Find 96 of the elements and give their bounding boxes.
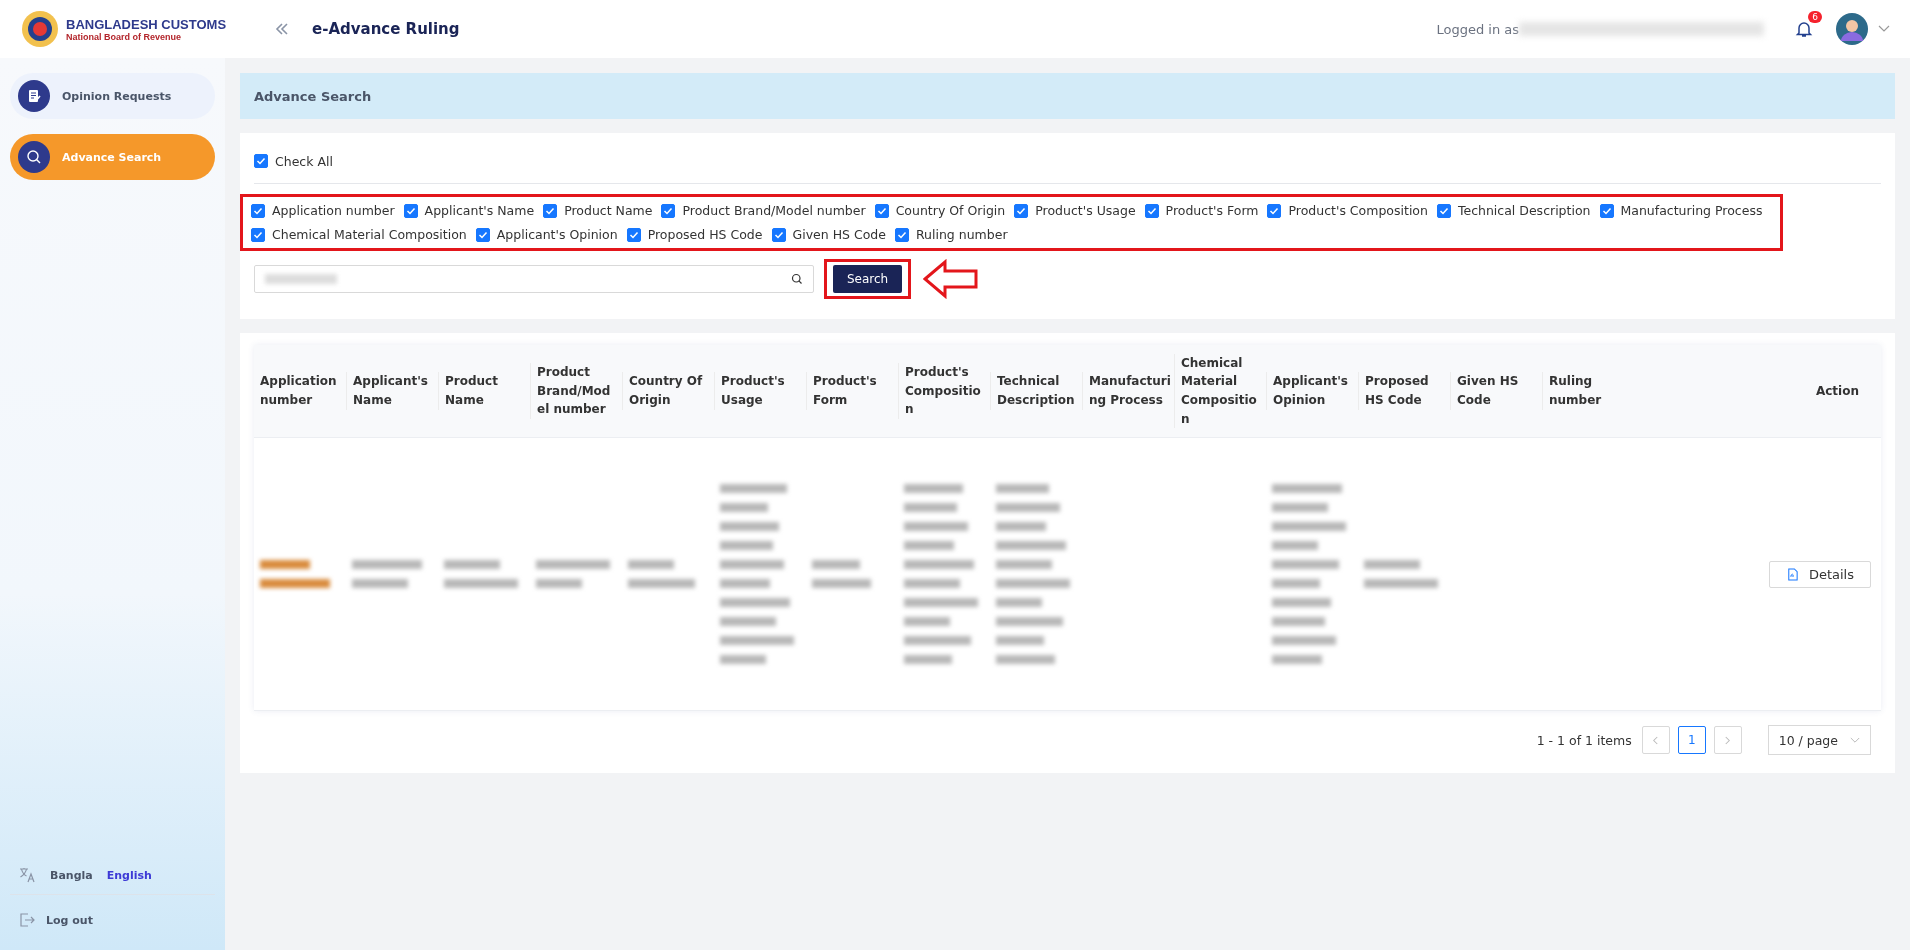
checkbox[interactable]: [251, 227, 265, 242]
checkbox[interactable]: [251, 203, 265, 218]
logged-in-label: Logged in as: [1436, 21, 1519, 37]
page-title: Advance Search: [254, 88, 372, 104]
column-header: Product Name: [445, 374, 498, 407]
checkbox[interactable]: [254, 154, 268, 168]
checkbox-label: Product's Composition: [1288, 203, 1428, 218]
checkmark-icon: [253, 229, 263, 240]
checkbox-label: Product's Usage: [1035, 203, 1136, 218]
checkbox[interactable]: [661, 203, 676, 218]
language-option[interactable]: Bangla: [50, 868, 93, 882]
checkmark-icon: [876, 205, 887, 216]
checkmark-icon: [1601, 205, 1612, 216]
pagination-summary: 1 - 1 of 1 items: [1536, 732, 1632, 748]
column-header: Manufacturi ng Process: [1089, 374, 1171, 407]
checkbox[interactable]: [475, 227, 490, 242]
chevron-down-icon: [1850, 736, 1860, 744]
checkbox[interactable]: [771, 227, 786, 242]
column-header: Given HS Code: [1457, 374, 1519, 407]
column-header: Product's Compositio n: [905, 365, 981, 417]
pdf-file-icon: [1785, 567, 1799, 581]
logo-subtitle: National Board of Revenue: [66, 31, 183, 42]
chevron-left-icon: [1652, 735, 1660, 745]
column-header: Product's Form: [813, 374, 877, 407]
checkmark-icon: [545, 205, 556, 216]
checkbox-label: Proposed HS Code: [647, 227, 763, 242]
column-header: Action: [1815, 383, 1859, 398]
emblem-icon: [20, 9, 60, 49]
checkmark-icon: [256, 156, 266, 166]
search-field[interactable]: [254, 265, 814, 293]
avatar-silhouette-icon[interactable]: [1836, 13, 1868, 45]
checkbox-label: Applicant's Opinion: [496, 227, 618, 242]
column-header: Application number: [260, 374, 337, 407]
checkmark-icon: [1438, 205, 1449, 216]
checkbox-label: Technical Description: [1457, 203, 1591, 218]
checkmark-icon: [405, 205, 416, 216]
logo-title: BANGLADESH CUSTOMS: [66, 16, 227, 32]
search-icon: [791, 273, 803, 285]
checkbox[interactable]: [1436, 203, 1451, 218]
page-size-select[interactable]: 10 / page: [1767, 725, 1871, 755]
double-chevron-left-icon[interactable]: [274, 21, 290, 37]
checkbox[interactable]: [1267, 203, 1282, 218]
checkmark-icon: [628, 229, 639, 240]
checkmark-icon: [477, 229, 488, 240]
checkbox-label: Product Brand/Model number: [682, 203, 866, 218]
column-header: Chemical Material Compositio n: [1181, 355, 1257, 426]
page-button[interactable]: 1: [1677, 726, 1706, 754]
chevron-right-icon: [1724, 735, 1732, 745]
checkbox-label: Applicant's Name: [424, 203, 535, 218]
column-header: Product's Usage: [721, 374, 785, 407]
checkbox-label: Ruling number: [915, 227, 1008, 242]
sidebar-item[interactable]: Opinion Requests: [10, 73, 215, 119]
column-header: Proposed HS Code: [1365, 374, 1429, 407]
column-header: Ruling number: [1549, 374, 1602, 407]
checkbox-label: Chemical Material Composition: [272, 227, 467, 242]
checkbox-label: Check All: [275, 153, 333, 169]
checkbox[interactable]: [1599, 203, 1614, 218]
logout-link[interactable]: Log out: [46, 913, 93, 927]
checkbox-label: Country Of Origin: [895, 203, 1006, 218]
checkbox[interactable]: [894, 227, 909, 242]
redacted-search-value: [265, 274, 337, 284]
checkmark-icon: [1269, 205, 1280, 216]
search-icon: [26, 149, 42, 165]
column-header: Product Brand/Mod el number: [537, 365, 611, 417]
app-title: e-Advance Ruling: [312, 20, 460, 38]
checkbox-label: Given HS Code: [792, 227, 886, 242]
checkbox-label: Product's Form: [1165, 203, 1259, 218]
checkmark-icon: [253, 205, 263, 216]
chevron-down-icon[interactable]: [1878, 25, 1890, 33]
logout-icon: [18, 911, 36, 929]
column-header: Technical Description: [997, 374, 1075, 407]
column-header: Country Of Origin: [629, 374, 703, 407]
arrow-left-icon: [923, 259, 980, 299]
checkmark-icon: [1016, 205, 1027, 216]
checkbox[interactable]: [403, 203, 418, 218]
checkbox[interactable]: [626, 227, 641, 242]
checkbox[interactable]: [1144, 203, 1159, 218]
checkbox[interactable]: [543, 203, 558, 218]
checkbox-label: Application number: [272, 203, 395, 218]
checkmark-icon: [773, 229, 784, 240]
language-option[interactable]: English: [106, 868, 152, 882]
column-header: Applicant's Opinion: [1273, 374, 1348, 407]
checkbox[interactable]: [1014, 203, 1029, 218]
search-button[interactable]: Search: [833, 265, 903, 293]
translate-icon: [18, 866, 36, 884]
column-header: Applicant's Name: [353, 374, 428, 407]
checkmark-icon: [1146, 205, 1157, 216]
document-pen-icon: [26, 88, 42, 104]
checkbox[interactable]: [874, 203, 889, 218]
checkmark-icon: [663, 205, 674, 216]
notification-badge: 6: [1808, 11, 1822, 23]
details-button[interactable]: Details: [1768, 560, 1871, 588]
checkbox-label: Product Name: [564, 203, 653, 218]
checkbox-label: Manufacturing Process: [1620, 203, 1763, 218]
checkmark-icon: [896, 229, 907, 240]
bell-icon[interactable]: [1794, 19, 1814, 39]
